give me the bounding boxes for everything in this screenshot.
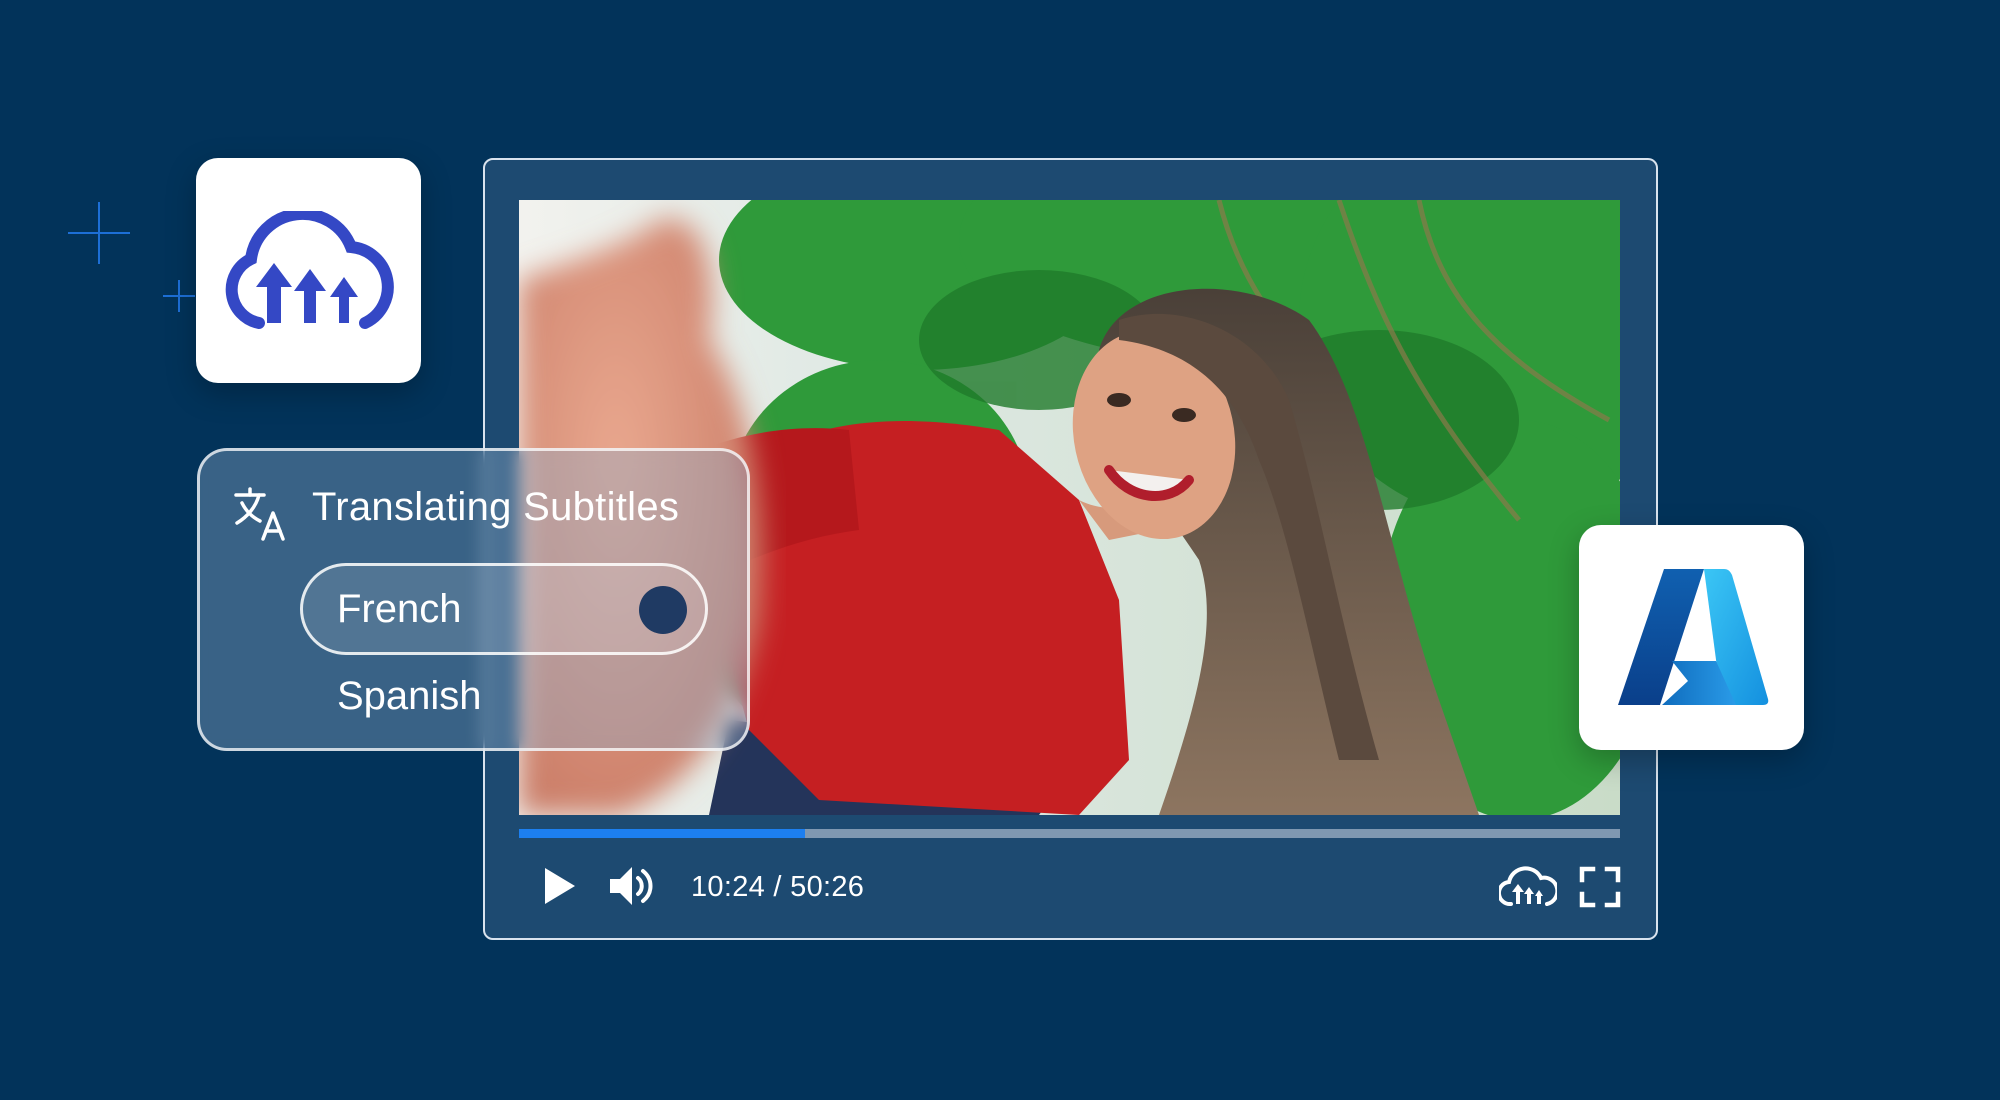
fullscreen-icon — [1579, 866, 1621, 908]
language-label: French — [337, 566, 462, 652]
subtitle-translation-panel: Translating Subtitles French Spanish — [197, 448, 750, 751]
language-option-french[interactable]: French — [300, 563, 708, 655]
volume-icon — [607, 863, 657, 909]
azure-logo-card — [1579, 525, 1804, 750]
decorative-plus-small — [163, 280, 195, 312]
cloud-upload-icon — [1499, 866, 1557, 908]
decorative-plus-large — [68, 202, 130, 264]
volume-button[interactable] — [607, 862, 657, 910]
progress-fill — [519, 829, 805, 838]
selected-indicator — [639, 586, 687, 634]
play-button[interactable] — [537, 864, 581, 908]
play-icon — [541, 866, 577, 906]
translate-icon — [233, 485, 289, 541]
language-option-spanish[interactable]: Spanish — [337, 666, 482, 726]
cloudinary-logo-card — [196, 158, 421, 383]
azure-logo — [1612, 563, 1772, 713]
cloudinary-logo — [219, 211, 399, 331]
progress-bar[interactable] — [519, 829, 1620, 838]
panel-title: Translating Subtitles — [312, 485, 679, 530]
cloud-upload-button[interactable] — [1499, 864, 1557, 910]
time-display: 10:24 / 50:26 — [691, 867, 864, 907]
fullscreen-button[interactable] — [1577, 864, 1623, 910]
